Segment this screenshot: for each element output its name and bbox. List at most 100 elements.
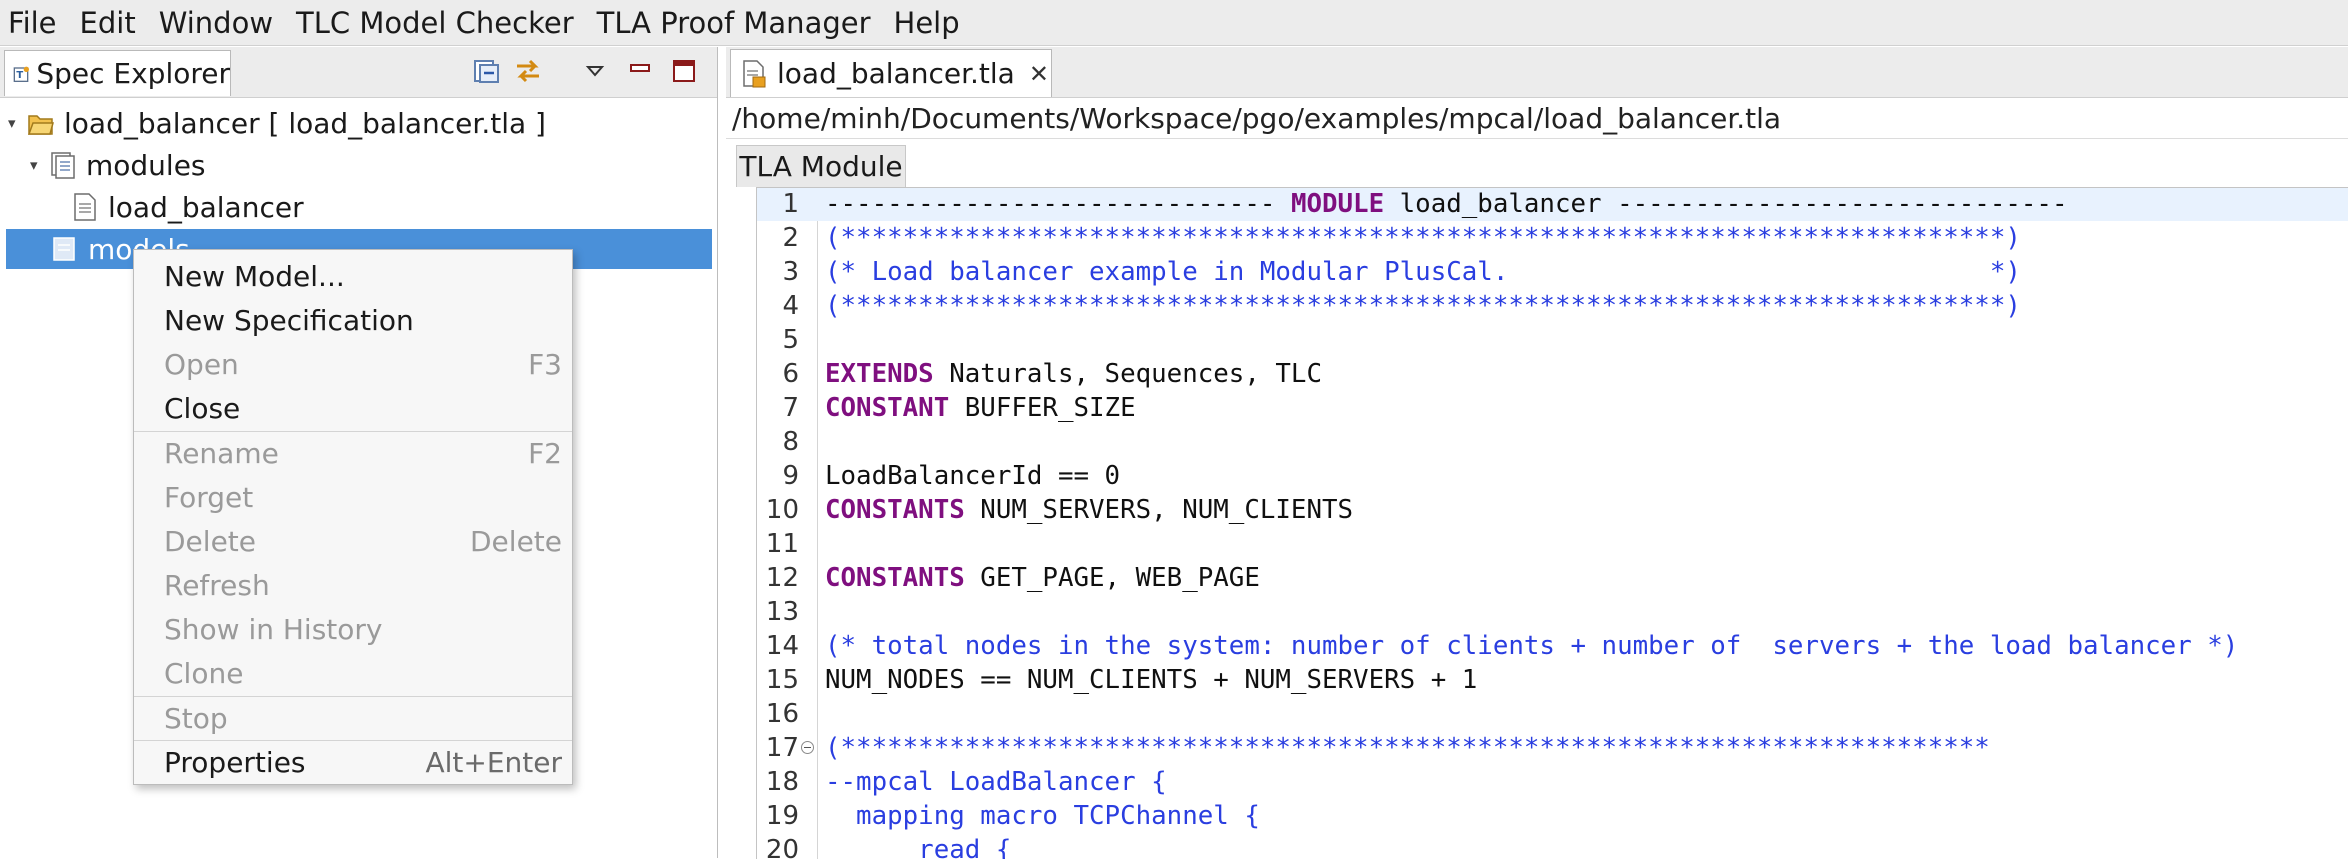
menu-item-clone[interactable]: Clone: [134, 652, 572, 694]
code-token: (***************************************…: [825, 732, 1990, 763]
menu-item-accelerator: Delete: [470, 524, 562, 558]
menu-item-label: New Specification: [164, 303, 414, 337]
collapse-all-icon[interactable]: [472, 56, 502, 86]
line-number: 6: [782, 358, 799, 389]
menu-item-open[interactable]: Open F3: [134, 343, 572, 385]
menu-item-label: Delete: [164, 524, 256, 558]
menu-item-label: Rename: [164, 436, 279, 470]
menu-help[interactable]: Help: [894, 6, 960, 40]
menu-item-label: Open: [164, 347, 239, 381]
menu-item-properties[interactable]: Properties Alt+Enter: [134, 741, 572, 783]
tab-load-balancer-tla[interactable]: load_balancer.tla ✕: [730, 49, 1052, 97]
editor-area: load_balancer.tla ✕ /home/minh/Documents…: [726, 47, 2348, 859]
tab-tla-module[interactable]: TLA Module: [736, 145, 906, 187]
code-token: (* Load balancer example in Modular Plus…: [825, 256, 2021, 287]
code-line[interactable]: 16: [757, 697, 2348, 731]
menu-item-label: Clone: [164, 656, 244, 690]
line-number: 15: [765, 664, 799, 695]
line-number: 14: [765, 630, 799, 661]
menu-tlc-model-checker[interactable]: TLC Model Checker: [296, 6, 574, 40]
line-number: 13: [765, 596, 799, 627]
code-line[interactable]: 7 CONSTANT BUFFER_SIZE: [757, 391, 2348, 425]
link-with-editor-icon[interactable]: [513, 56, 543, 86]
code-token: Naturals, Sequences, TLC: [933, 358, 1322, 389]
code-line[interactable]: 2 (**************************************…: [757, 221, 2348, 255]
menu-item-forget[interactable]: Forget: [134, 476, 572, 518]
code-token: -----------------------------: [825, 189, 1291, 219]
menu-item-rename[interactable]: Rename F2: [134, 432, 572, 474]
tab-spec-explorer[interactable]: T Spec Explorer: [4, 50, 231, 96]
line-number: 11: [765, 528, 799, 559]
line-number: 9: [782, 460, 799, 491]
menu-item-accelerator: F3: [528, 347, 562, 381]
line-number: 1: [782, 189, 799, 219]
menu-item-close[interactable]: Close: [134, 387, 572, 429]
code-line[interactable]: 18 --mpcal LoadBalancer {: [757, 765, 2348, 799]
models-folder-icon: [53, 237, 75, 261]
tree-item-spec[interactable]: ▾ load_balancer [ load_balancer.tla ]: [0, 103, 717, 143]
line-number: 2: [782, 222, 799, 253]
code-line[interactable]: 3 (* Load balancer example in Modular Plu…: [757, 255, 2348, 289]
code-line[interactable]: 8: [757, 425, 2348, 459]
code-token: CONSTANT: [825, 392, 950, 423]
code-line[interactable]: 19 mapping macro TCPChannel {: [757, 799, 2348, 833]
line-number: 20: [765, 834, 799, 859]
line-number: 5: [782, 324, 799, 355]
code-text: (***************************************…: [825, 733, 1990, 763]
menu-item-delete[interactable]: Delete Delete: [134, 520, 572, 562]
menu-window[interactable]: Window: [159, 6, 273, 40]
code-editor[interactable]: 1 ----------------------------- MODULE lo…: [756, 187, 2348, 859]
code-text: (* Load balancer example in Modular Plus…: [825, 257, 2021, 287]
view-menu-icon[interactable]: [580, 56, 610, 86]
code-line[interactable]: 20 read {: [757, 833, 2348, 859]
code-text: CONSTANTS GET_PAGE, WEB_PAGE: [825, 563, 1260, 593]
menu-item-stop[interactable]: Stop: [134, 697, 572, 739]
maximize-icon[interactable]: [669, 56, 699, 86]
open-folder-icon: [28, 115, 54, 135]
menu-item-new-specification[interactable]: New Specification: [134, 299, 572, 341]
tree-item-label: load_balancer [ load_balancer.tla ]: [64, 106, 546, 140]
code-text: --mpcal LoadBalancer {: [825, 767, 1167, 797]
code-token: CONSTANTS: [825, 562, 965, 593]
code-line[interactable]: 10 CONSTANTS NUM_SERVERS, NUM_CLIENTS: [757, 493, 2348, 527]
code-line[interactable]: 12 CONSTANTS GET_PAGE, WEB_PAGE: [757, 561, 2348, 595]
menu-item-refresh[interactable]: Refresh: [134, 564, 572, 606]
modules-folder-icon: [51, 152, 75, 179]
tree-item-label: load_balancer: [108, 190, 304, 224]
code-line[interactable]: 11: [757, 527, 2348, 561]
code-line[interactable]: 1 ----------------------------- MODULE lo…: [757, 188, 2348, 221]
code-line[interactable]: 13: [757, 595, 2348, 629]
spec-explorer-icon: T: [13, 66, 30, 82]
menu-item-label: Refresh: [164, 568, 270, 602]
code-line[interactable]: 5: [757, 323, 2348, 357]
code-token: CONSTANTS: [825, 494, 965, 525]
menu-item-label: Properties: [164, 745, 306, 779]
tree-item-module-load-balancer[interactable]: load_balancer: [0, 187, 717, 227]
code-line[interactable]: 14 (* total nodes in the system: number o…: [757, 629, 2348, 663]
line-number: 8: [782, 426, 799, 457]
line-number: 12: [765, 562, 799, 593]
menu-item-accelerator: F2: [528, 436, 562, 470]
line-number: 19: [765, 800, 799, 831]
minimize-icon[interactable]: [625, 56, 655, 86]
fold-toggle-icon[interactable]: [801, 740, 814, 754]
code-text: (* total nodes in the system: number of …: [825, 631, 2238, 661]
menu-item-label: Close: [164, 391, 241, 425]
menu-item-new-model[interactable]: New Model...: [134, 255, 572, 297]
code-line[interactable]: 4 (**************************************…: [757, 289, 2348, 323]
menu-item-show-in-history[interactable]: Show in History: [134, 608, 572, 650]
tree-item-modules[interactable]: ▾ modules: [0, 145, 717, 185]
expanded-arrow-icon[interactable]: ▾: [30, 156, 38, 174]
menu-file[interactable]: File: [8, 6, 57, 40]
code-line[interactable]: 17 (*************************************…: [757, 731, 2348, 765]
menu-edit[interactable]: Edit: [80, 6, 136, 40]
menu-item-label: Forget: [164, 480, 254, 514]
close-icon[interactable]: ✕: [1029, 60, 1049, 88]
code-line[interactable]: 9 LoadBalancerId == 0: [757, 459, 2348, 493]
expanded-arrow-icon[interactable]: ▾: [8, 114, 16, 132]
code-text: CONSTANT BUFFER_SIZE: [825, 393, 1136, 423]
code-line[interactable]: 6 EXTENDS Naturals, Sequences, TLC: [757, 357, 2348, 391]
menu-tla-proof-manager[interactable]: TLA Proof Manager: [597, 6, 871, 40]
code-line[interactable]: 15 NUM_NODES == NUM_CLIENTS + NUM_SERVERS…: [757, 663, 2348, 697]
code-token: EXTENDS: [825, 358, 934, 389]
